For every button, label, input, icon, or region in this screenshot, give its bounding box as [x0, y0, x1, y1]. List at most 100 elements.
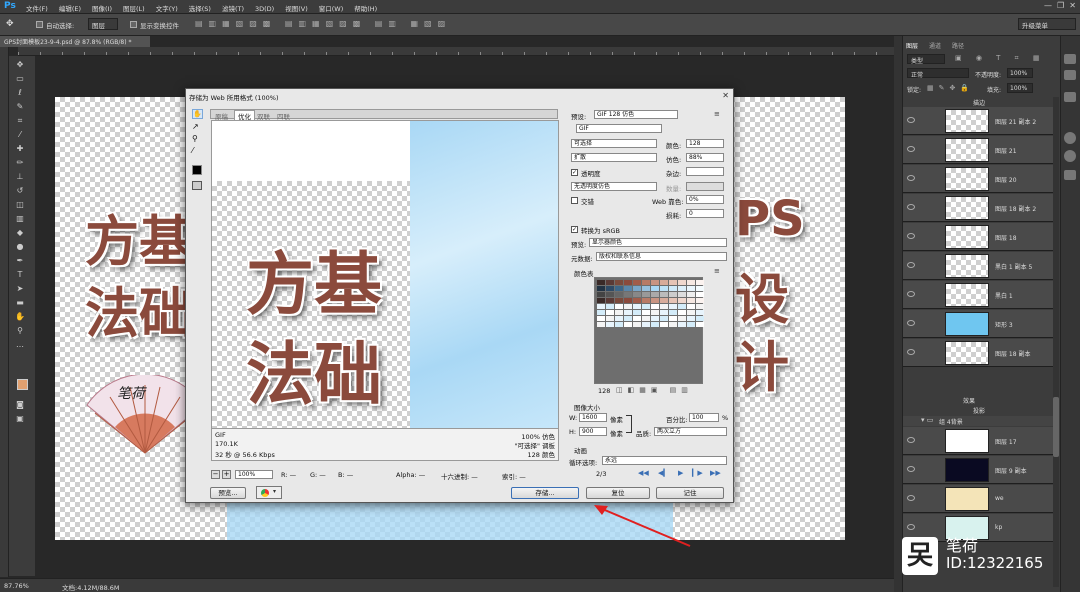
eye-icon[interactable] [907, 204, 915, 210]
move-tool-icon[interactable]: ✥ [6, 19, 14, 29]
color-swatch[interactable] [624, 280, 632, 285]
gradient-tool-icon[interactable]: ▥ [14, 214, 26, 224]
color-swatch[interactable] [696, 286, 704, 291]
color-swatch[interactable] [669, 292, 677, 297]
color-swatch[interactable] [606, 304, 614, 309]
color-swatch[interactable] [669, 322, 677, 327]
layers-scrollbar[interactable] [1053, 97, 1059, 587]
color-swatch[interactable] [687, 298, 695, 303]
transparency-dither-select[interactable]: 无透明度仿色 [571, 182, 657, 191]
color-swatch[interactable] [687, 304, 695, 309]
color-swatch[interactable] [606, 286, 614, 291]
eye-icon[interactable] [907, 524, 915, 530]
group-row[interactable]: ▾ ▭ 组 4背景 [903, 416, 1059, 426]
color-swatch[interactable] [642, 286, 650, 291]
effects-row[interactable]: 效果 [903, 395, 1059, 405]
dialog-zoom-tool-icon[interactable]: ⚲ [192, 134, 198, 143]
panel-icon-5[interactable] [1064, 150, 1076, 162]
prev-frame-icon[interactable]: ◀▎ [658, 469, 669, 477]
zoom-level[interactable]: 87.76% [4, 582, 29, 590]
tab-layers[interactable]: 图层 [906, 41, 918, 50]
interlaced-checkbox[interactable] [571, 197, 578, 204]
dialog-color-swatch[interactable] [192, 165, 202, 175]
healing-tool-icon[interactable]: ✚ [14, 144, 26, 154]
color-swatch[interactable] [678, 292, 686, 297]
hand-tool-icon[interactable]: ✋ [14, 312, 26, 322]
last-frame-icon[interactable]: ▶▶ [710, 469, 721, 477]
show-transform-checkbox[interactable] [130, 21, 137, 28]
menu-item[interactable]: 窗口(W) [319, 3, 344, 13]
color-swatch[interactable] [633, 310, 641, 315]
color-swatch[interactable] [624, 292, 632, 297]
panel-icon-3[interactable] [1064, 92, 1076, 102]
dialog-eyedropper-icon[interactable]: ⁄ [192, 146, 193, 155]
color-swatch[interactable] [633, 286, 641, 291]
color-swatch[interactable] [615, 298, 623, 303]
color-swatch[interactable] [651, 292, 659, 297]
color-swatch[interactable] [597, 316, 605, 321]
format-select[interactable]: GIF [576, 124, 662, 133]
color-swatch[interactable] [615, 304, 623, 309]
colors-select[interactable]: 128 [686, 139, 724, 148]
eye-icon[interactable] [907, 291, 915, 297]
color-swatch[interactable] [660, 322, 668, 327]
shape-tool-icon[interactable]: ▬ [14, 298, 26, 308]
preview-color-select[interactable]: 显示器颜色 [589, 238, 727, 247]
dialog-close-icon[interactable]: ✕ [722, 91, 729, 100]
color-swatch[interactable] [669, 304, 677, 309]
color-swatch[interactable] [696, 280, 704, 285]
type-tool-icon[interactable]: T [14, 270, 26, 280]
quick-select-tool-icon[interactable]: ✎ [14, 102, 26, 112]
color-swatch[interactable] [606, 322, 614, 327]
color-swatch[interactable] [660, 298, 668, 303]
color-swatch[interactable] [696, 304, 704, 309]
color-swatch[interactable] [624, 310, 632, 315]
layer-row[interactable]: 黑白 1 [903, 281, 1059, 309]
color-swatch[interactable] [669, 286, 677, 291]
color-swatch[interactable] [678, 316, 686, 321]
color-swatch[interactable] [633, 298, 641, 303]
color-swatch[interactable] [651, 304, 659, 309]
color-swatch[interactable] [651, 322, 659, 327]
color-swatch[interactable] [687, 316, 695, 321]
color-swatch[interactable] [606, 280, 614, 285]
color-swatch[interactable] [678, 310, 686, 315]
lasso-tool-icon[interactable]: ℓ [14, 88, 26, 98]
opacity-input[interactable]: 100% [1007, 68, 1033, 78]
color-swatch[interactable] [642, 322, 650, 327]
layer-row[interactable]: 图层 18 [903, 223, 1059, 251]
color-swatch[interactable] [597, 280, 605, 285]
fill-input[interactable]: 100% [1007, 83, 1033, 93]
menu-item[interactable]: 文件(F) [26, 3, 48, 13]
document-tab[interactable]: GPS封面模板23-9-4.psd @ 87.8% (RGB/8) * [0, 36, 150, 47]
color-swatch[interactable] [678, 304, 686, 309]
color-swatch[interactable] [669, 280, 677, 285]
move-tool-icon[interactable]: ✥ [14, 60, 26, 70]
color-table[interactable] [594, 277, 704, 384]
color-swatch[interactable] [678, 322, 686, 327]
more-tools-icon[interactable]: … [14, 340, 26, 350]
layer-row[interactable]: 矩形 3 [903, 310, 1059, 338]
web-snap-select[interactable]: 0% [686, 195, 724, 204]
minimize-icon[interactable]: — [1044, 1, 1052, 10]
color-swatch[interactable] [642, 292, 650, 297]
color-swatch[interactable] [615, 292, 623, 297]
menu-item[interactable]: 滤镜(T) [222, 3, 244, 13]
constrain-link-icon[interactable] [626, 415, 632, 433]
height-input[interactable]: 900 [579, 427, 607, 436]
reset-button[interactable]: 复位 [586, 487, 650, 499]
convert-srgb-checkbox[interactable]: ✓ [571, 226, 578, 233]
menu-item[interactable]: 图像(I) [92, 3, 112, 13]
menu-item[interactable]: 选择(S) [189, 3, 211, 13]
dither-algo-select[interactable]: 扩散 [571, 153, 657, 162]
layer-row[interactable]: 图层 21 [903, 136, 1059, 164]
color-swatch[interactable] [669, 316, 677, 321]
loop-select[interactable]: 永远 [602, 456, 727, 465]
color-swatch[interactable] [687, 310, 695, 315]
transparency-checkbox[interactable]: ✓ [571, 169, 578, 176]
color-swatch[interactable] [687, 280, 695, 285]
color-swatch[interactable] [624, 304, 632, 309]
color-swatch[interactable] [696, 292, 704, 297]
stamp-tool-icon[interactable]: ⊥ [14, 172, 26, 182]
layer-row[interactable]: we [903, 485, 1059, 513]
